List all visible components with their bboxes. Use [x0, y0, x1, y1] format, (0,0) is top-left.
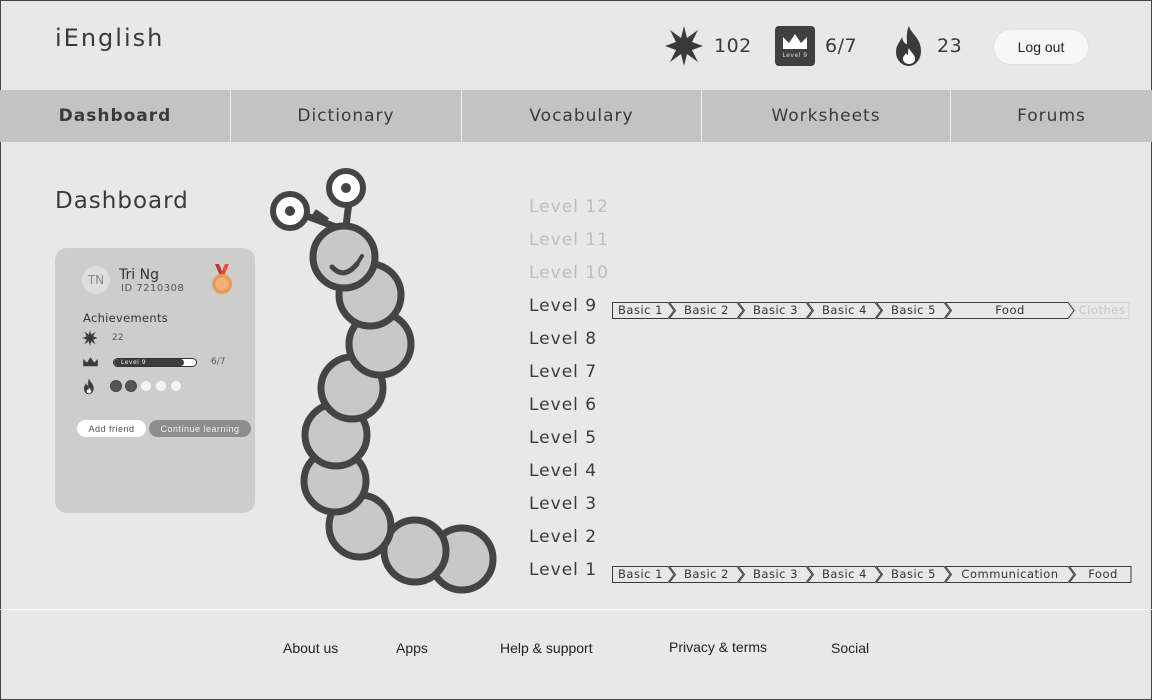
course-chip-label: Clothes	[1078, 303, 1126, 317]
tab-dashboard[interactable]: Dashboard	[0, 90, 231, 142]
course-chip[interactable]: Basic 1	[612, 566, 675, 583]
level-label[interactable]: Level 4	[529, 461, 597, 481]
streak-stat: 23	[891, 24, 962, 68]
course-chip-label: Basic 5	[891, 303, 936, 317]
course-chip[interactable]: Food	[945, 302, 1075, 319]
level-progress-bar: Level 9	[113, 357, 197, 367]
course-chip-label: Food	[995, 303, 1025, 317]
crown-badge-icon: Level 9	[775, 26, 815, 66]
level-label[interactable]: Level 12	[529, 197, 609, 217]
course-chip-label: Basic 1	[618, 567, 663, 581]
footer-privacy-link[interactable]: Privacy & terms	[669, 639, 767, 655]
caterpillar-illustration	[270, 168, 497, 594]
level-label[interactable]: Level 10	[529, 263, 609, 283]
course-chip-label: Basic 4	[822, 567, 867, 581]
streak-days	[110, 380, 182, 392]
level-label[interactable]: Level 8	[529, 329, 597, 349]
course-chip[interactable]: Basic 2	[669, 302, 744, 319]
course-chip[interactable]: Basic 4	[807, 302, 882, 319]
level-stat: Level 9 6/7	[775, 24, 857, 68]
star-splat-icon	[82, 330, 98, 346]
course-chip[interactable]: Basic 4	[807, 566, 882, 583]
achievement-level-row: Level 9 6/7	[82, 353, 225, 371]
level-progress-value: 6/7	[825, 35, 858, 57]
flame-icon	[896, 26, 921, 66]
footer-social-link[interactable]: Social	[831, 640, 869, 656]
star-splat-icon	[665, 26, 703, 66]
course-chip[interactable]: Basic 5	[876, 566, 951, 583]
course-chip-label: Food	[1088, 567, 1118, 581]
crown-badge-label: Level 9	[782, 52, 808, 59]
course-chip-label: Basic 5	[891, 567, 936, 581]
footer-divider	[0, 609, 1152, 610]
page-title: Dashboard	[55, 188, 189, 214]
streak-day-done-icon	[125, 380, 137, 392]
level-label[interactable]: Level 7	[529, 362, 597, 382]
course-chip[interactable]: Basic 1	[612, 302, 675, 319]
course-track: Basic 1 Basic 2 Basic 3 Basic 4 Basic 5 Commu…	[612, 566, 1132, 584]
level-label[interactable]: Level 6	[529, 395, 597, 415]
course-chip[interactable]: Basic 3	[738, 302, 813, 319]
streak-day-todo-icon	[140, 380, 152, 392]
course-chip-label: Basic 3	[753, 303, 798, 317]
level-label[interactable]: Level 3	[529, 494, 597, 514]
right-eye	[326, 168, 366, 208]
tab-worksheets[interactable]: Worksheets	[702, 90, 951, 142]
course-chip-label: Basic 3	[753, 567, 798, 581]
course-chip-label: Basic 2	[684, 567, 729, 581]
app-logo[interactable]: iEnglish	[55, 24, 164, 52]
achievement-streak-row	[82, 377, 182, 395]
tab-vocabulary[interactable]: Vocabulary	[462, 90, 702, 142]
level-label[interactable]: Level 11	[529, 230, 609, 250]
achievement-points-row: 22	[82, 329, 123, 347]
level-label[interactable]: Level 9	[529, 296, 597, 316]
course-chip-label: Basic 2	[684, 303, 729, 317]
course-chip-label: Communication	[961, 567, 1059, 581]
streak-day-done-icon	[110, 380, 122, 392]
course-chip-label: Basic 4	[822, 303, 867, 317]
footer-help-link[interactable]: Help & support	[500, 640, 593, 656]
tab-dictionary[interactable]: Dictionary	[231, 90, 462, 142]
logout-button[interactable]: Log out	[993, 29, 1089, 65]
points-stat: 102	[664, 24, 752, 68]
level-progress-text: 6/7	[211, 357, 226, 367]
level-progress-badge: Level 9	[121, 358, 147, 366]
flame-icon	[83, 378, 94, 394]
level-label[interactable]: Level 1	[529, 560, 597, 580]
course-chip-label: Basic 1	[618, 303, 663, 317]
footer-about-link[interactable]: About us	[283, 640, 338, 656]
continue-learning-button[interactable]: Continue learning	[149, 420, 251, 437]
course-chip[interactable]: Basic 2	[669, 566, 744, 583]
course-track: Basic 1 Basic 2 Basic 3 Basic 4 Basic 5 Food C…	[612, 302, 1130, 320]
avatar[interactable]: TN	[82, 266, 110, 294]
points-value: 102	[714, 35, 752, 57]
course-chip[interactable]: Food	[1069, 566, 1132, 583]
add-friend-button[interactable]: Add friend	[77, 420, 146, 437]
course-chip[interactable]: Clothes	[1069, 302, 1130, 319]
user-id: ID 7210308	[121, 283, 185, 294]
course-chip[interactable]: Basic 5	[876, 302, 951, 319]
crown-icon	[83, 357, 98, 367]
bronze-medal-icon	[212, 264, 232, 294]
course-chip[interactable]: Communication	[945, 566, 1075, 583]
achievement-points-value: 22	[112, 333, 124, 343]
user-name: Tri Ng	[119, 267, 159, 283]
profile-card: TN Tri Ng ID 7210308 Achievements 22 Lev…	[55, 248, 255, 513]
streak-day-todo-icon	[170, 380, 182, 392]
achievements-title: Achievements	[83, 311, 169, 325]
left-eye	[270, 191, 310, 231]
streak-value: 23	[937, 35, 963, 57]
level-label[interactable]: Level 5	[529, 428, 597, 448]
footer-apps-link[interactable]: Apps	[396, 640, 428, 656]
level-label[interactable]: Level 2	[529, 527, 597, 547]
tab-forums[interactable]: Forums	[951, 90, 1152, 142]
main-nav: Dashboard Dictionary Vocabulary Workshee…	[0, 90, 1152, 142]
course-chip[interactable]: Basic 3	[738, 566, 813, 583]
streak-day-todo-icon	[155, 380, 167, 392]
